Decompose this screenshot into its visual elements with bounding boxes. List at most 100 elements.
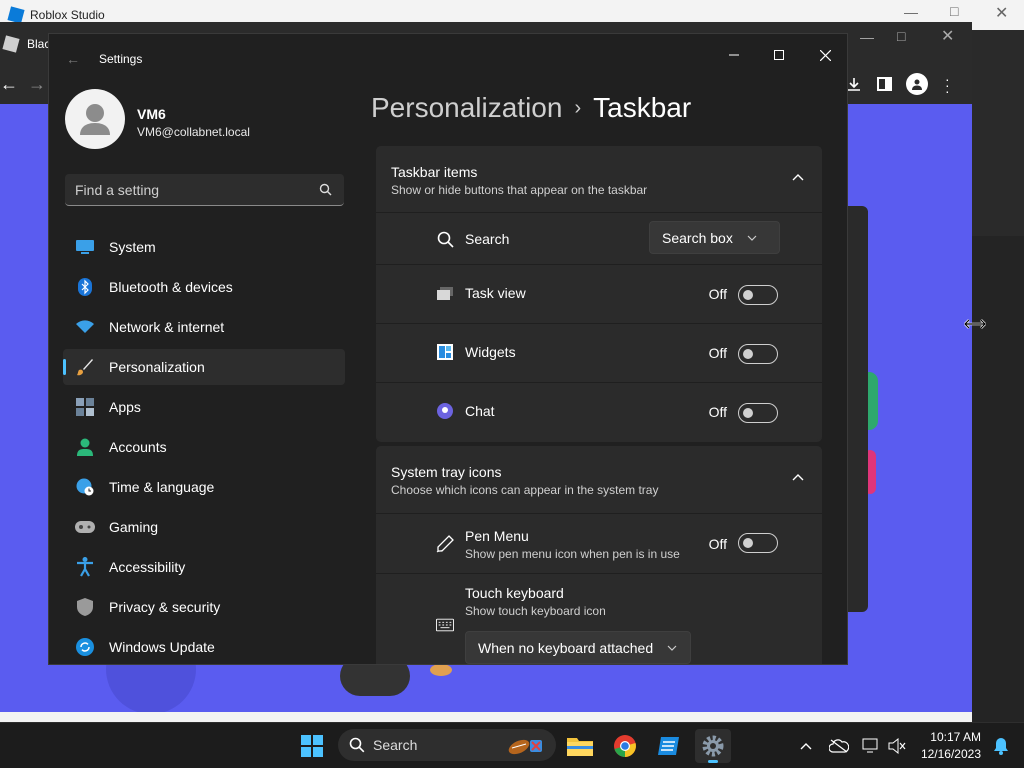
taskbar-search-label: Search (373, 737, 418, 753)
chat-toggle[interactable] (738, 403, 778, 423)
browser-minimize-button[interactable]: — (860, 29, 874, 45)
task-view-state: Off (708, 286, 727, 302)
group-subtitle: Show or hide buttons that appear on the … (391, 183, 648, 197)
settings-maximize-button[interactable] (756, 40, 802, 70)
chat-icon (436, 402, 454, 420)
download-icon[interactable] (846, 76, 862, 92)
dropdown-value: Search box (662, 229, 733, 246)
search-icon (349, 737, 365, 753)
profile-icon[interactable] (906, 73, 928, 95)
nav-label: System (109, 239, 156, 255)
browser-side-panel (848, 206, 868, 612)
pen-menu-toggle[interactable] (738, 533, 778, 553)
browser-back-icon[interactable]: ← (0, 74, 18, 95)
taskbar-search-box[interactable]: Search (338, 729, 556, 761)
chrome-icon[interactable] (607, 729, 643, 763)
user-name: VM6 (137, 106, 166, 122)
browser-tab-favicon-icon (2, 35, 20, 53)
browser-tab-title[interactable]: Blac (27, 37, 50, 51)
studio-minimize-button[interactable]: — (904, 4, 918, 20)
settings-window: ← Settings VM6 VM6@collabnet.local Find … (48, 33, 848, 665)
pen-menu-row: Pen Menu Show pen menu icon when pen is … (376, 513, 822, 573)
browser-menu-icon[interactable]: · · · (945, 72, 950, 98)
back-arrow-icon[interactable]: ← (66, 51, 80, 67)
breadcrumb-parent[interactable]: Personalization (371, 92, 562, 123)
system-tray-header[interactable]: System tray icons Choose which icons can… (376, 446, 822, 512)
browser-close-button[interactable]: ✕ (941, 26, 954, 46)
clock-date[interactable]: 12/16/2023 (921, 747, 981, 761)
find-setting-placeholder: Find a setting (75, 182, 160, 198)
search-icon (436, 230, 454, 248)
nav-item-accessibility[interactable]: Accessibility (63, 549, 345, 585)
nav-item-gaming[interactable]: Gaming (63, 509, 345, 545)
volume-muted-icon[interactable] (879, 729, 915, 763)
settings-taskbar-icon[interactable] (695, 729, 731, 763)
widgets-row: Widgets Off (376, 323, 822, 381)
search-mode-dropdown[interactable]: Search box (649, 221, 780, 254)
nav-label: Privacy & security (109, 599, 221, 615)
nav-label: Accounts (109, 439, 167, 455)
account-icon (75, 437, 95, 457)
wifi-icon (75, 317, 95, 337)
dropdown-value: When no keyboard attached (478, 639, 654, 656)
nav-item-privacy[interactable]: Privacy & security (63, 589, 345, 625)
task-view-row: Task view Off (376, 264, 822, 322)
keyboard-icon (436, 616, 454, 634)
taskbar-items-header[interactable]: Taskbar items Show or hide buttons that … (376, 146, 822, 212)
nav-item-windows-update[interactable]: Windows Update (63, 629, 345, 664)
clock-time[interactable]: 10:17 AM (930, 730, 981, 744)
nav-item-time-language[interactable]: Time & language (63, 469, 345, 505)
nav-label: Gaming (109, 519, 159, 535)
page-title: Taskbar (593, 92, 692, 123)
group-subtitle: Choose which icons can appear in the sys… (391, 483, 659, 497)
widgets-state: Off (708, 345, 727, 361)
system-tray-group: System tray icons Choose which icons can… (376, 446, 822, 664)
browser-maximize-button[interactable]: □ (897, 28, 905, 44)
chevron-up-icon[interactable] (792, 473, 804, 481)
pen-menu-label: Pen Menu (465, 528, 529, 544)
touch-keyboard-description: Show touch keyboard icon (465, 604, 606, 618)
roblox-studio-taskbar-icon[interactable] (651, 729, 687, 763)
start-button[interactable] (294, 729, 330, 763)
system-icon (75, 237, 95, 257)
search-label: Search (465, 231, 510, 247)
sidebar-panel-icon[interactable] (877, 77, 892, 91)
studio-maximize-button[interactable]: □ (950, 3, 958, 19)
onedrive-offline-icon[interactable] (821, 729, 857, 763)
avatar[interactable] (65, 89, 125, 149)
studio-close-button[interactable]: ✕ (995, 3, 1008, 23)
roblox-studio-title: Roblox Studio (30, 8, 105, 22)
windows-taskbar: Search 10:17 AM 12/16/2023 (0, 722, 1024, 768)
nav-item-system[interactable]: System (63, 229, 345, 265)
breadcrumb-chevron-icon: › (574, 97, 582, 119)
notification-bell-icon[interactable] (983, 729, 1019, 763)
task-view-toggle[interactable] (738, 285, 778, 305)
nav-item-apps[interactable]: Apps (63, 389, 345, 425)
tray-overflow-chevron-icon[interactable] (788, 729, 824, 763)
chat-label: Chat (465, 403, 495, 419)
nav-label: Apps (109, 399, 141, 415)
nav-item-accounts[interactable]: Accounts (63, 429, 345, 465)
nav-item-network[interactable]: Network & internet (63, 309, 345, 345)
browser-forward-icon[interactable]: → (28, 74, 46, 95)
nav-label: Accessibility (109, 559, 186, 575)
group-title: Taskbar items (391, 164, 478, 180)
widgets-label: Widgets (465, 344, 516, 360)
chevron-down-icon (667, 645, 677, 651)
roblox-studio-logo-icon (7, 6, 25, 24)
widgets-icon (436, 343, 454, 361)
chevron-up-icon[interactable] (792, 173, 804, 181)
nav-item-personalization[interactable]: Personalization (63, 349, 345, 385)
settings-close-button[interactable] (802, 40, 847, 70)
resize-cursor-icon (964, 318, 986, 330)
file-explorer-icon[interactable] (562, 729, 598, 763)
find-setting-input[interactable]: Find a setting (65, 174, 344, 206)
settings-minimize-button[interactable] (711, 40, 757, 70)
brush-icon (75, 357, 95, 377)
touch-keyboard-dropdown[interactable]: When no keyboard attached (465, 631, 691, 664)
widgets-toggle[interactable] (738, 344, 778, 364)
nav-label: Personalization (109, 359, 205, 375)
nav-label: Bluetooth & devices (109, 279, 233, 295)
background-dark-area-lower (972, 236, 1024, 722)
nav-item-bluetooth[interactable]: Bluetooth & devices (63, 269, 345, 305)
